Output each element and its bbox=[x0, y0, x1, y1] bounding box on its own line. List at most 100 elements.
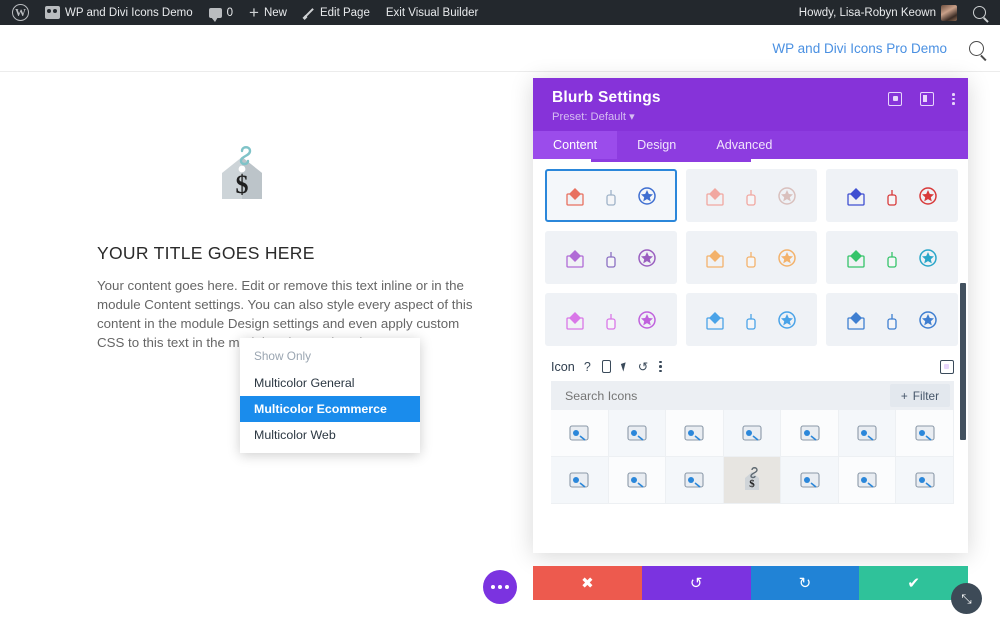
pencil-icon bbox=[303, 7, 315, 19]
edit-page-label: Edit Page bbox=[319, 6, 370, 19]
wallet-icon bbox=[706, 311, 725, 330]
dropdown-item-multicolor-general[interactable]: Multicolor General bbox=[240, 370, 420, 396]
cursor-hover-icon[interactable] bbox=[620, 361, 628, 372]
wordpress-logo-icon: W bbox=[12, 4, 29, 21]
search-icon[interactable] bbox=[969, 40, 984, 56]
hourglass-money-icon bbox=[606, 313, 616, 330]
icon-result-calculator-icon[interactable] bbox=[608, 410, 667, 457]
icon-result-globe-click-icon[interactable] bbox=[896, 410, 954, 457]
exit-visual-builder-link[interactable]: Exit Visual Builder bbox=[378, 0, 486, 25]
icon-result-delivery-drop-icon[interactable] bbox=[551, 410, 609, 457]
tab-design[interactable]: Design bbox=[617, 131, 696, 159]
admin-bar-right: Howdy, Lisa-Robyn Keown bbox=[791, 0, 1000, 25]
photo-icon bbox=[847, 187, 865, 206]
icon-family-multicolor-media[interactable] bbox=[826, 169, 958, 222]
chevron-down-icon: ▾ bbox=[629, 111, 635, 123]
icon-result-shield-check-icon[interactable] bbox=[781, 457, 839, 504]
wordpress-logo-menu[interactable]: W bbox=[4, 0, 37, 25]
invoice-edit-icon bbox=[627, 472, 647, 488]
icon-result-tag-icon[interactable] bbox=[896, 457, 954, 504]
icon-family-multicolor-general-selected[interactable] bbox=[545, 169, 677, 222]
tab-content[interactable]: Content bbox=[533, 131, 618, 159]
magnifier-icon bbox=[919, 248, 937, 267]
scroll-progress-bar bbox=[591, 159, 751, 162]
tag-icon bbox=[915, 472, 935, 488]
icon-result-question-coin-icon[interactable] bbox=[666, 410, 724, 457]
icon-family-multicolor-time[interactable] bbox=[545, 231, 677, 284]
nav-link-demo[interactable]: WP and Divi Icons Pro Demo bbox=[772, 41, 947, 56]
exit-visual-builder-label: Exit Visual Builder bbox=[385, 6, 479, 19]
alert-coin-icon bbox=[742, 425, 762, 441]
more-options-button[interactable] bbox=[483, 570, 517, 604]
heart-leaf-icon bbox=[638, 248, 656, 267]
tab-advanced[interactable]: Advanced bbox=[696, 131, 792, 159]
icon-family-multicolor-medical[interactable] bbox=[826, 231, 958, 284]
icon-family-multicolor-business[interactable] bbox=[685, 293, 818, 346]
filter-label: Filter bbox=[912, 388, 939, 403]
column-layout-icon[interactable] bbox=[920, 92, 935, 106]
modal-tabs: Content Design Advanced bbox=[533, 131, 968, 159]
gift-icon bbox=[778, 186, 797, 205]
checklist-icon bbox=[746, 313, 757, 330]
icon-result-euro-coins-icon[interactable] bbox=[781, 410, 839, 457]
icon-result-cart-icon[interactable] bbox=[838, 457, 897, 504]
filter-button[interactable]: + Filter bbox=[889, 384, 950, 407]
blurb-module[interactable]: $ YOUR TITLE GOES HERE Your content goes… bbox=[97, 143, 487, 353]
modal-scrollbar[interactable] bbox=[960, 283, 966, 440]
focus-target-icon[interactable] bbox=[888, 92, 903, 106]
icon-result-alert-coin-icon[interactable] bbox=[723, 410, 782, 457]
blurb-settings-modal: Blurb Settings Preset: Default ▾ Content… bbox=[533, 78, 968, 553]
dropdown-item-multicolor-web[interactable]: Multicolor Web bbox=[240, 422, 420, 448]
phone-responsive-icon[interactable] bbox=[601, 360, 611, 373]
envelope-heart-icon bbox=[566, 187, 584, 206]
more-vertical-icon[interactable] bbox=[952, 92, 955, 106]
icon-family-multicolor-creative[interactable] bbox=[545, 293, 677, 346]
icon-result-package-open-icon[interactable] bbox=[666, 457, 724, 504]
globe-document-icon bbox=[778, 310, 797, 329]
icon-result-user-piggybank-icon[interactable] bbox=[551, 457, 609, 504]
account-menu[interactable]: Howdy, Lisa-Robyn Keown bbox=[791, 0, 965, 25]
site-name-menu[interactable]: WP and Divi Icons Demo bbox=[37, 0, 201, 25]
globe-click-icon bbox=[915, 425, 935, 441]
icon-family-grid bbox=[545, 169, 958, 346]
icon-family-multicolor-baby[interactable] bbox=[685, 231, 818, 284]
more-vertical-icon[interactable] bbox=[659, 360, 662, 373]
delivery-drop-icon bbox=[569, 425, 589, 441]
blurb-icon-wrapper: $ bbox=[97, 143, 487, 207]
calendar-icon bbox=[847, 311, 865, 330]
visual-builder-page: W WP and Divi Icons Demo 0 + New Edit Pa… bbox=[0, 0, 1000, 625]
medal-icon bbox=[746, 189, 757, 206]
ring-icon bbox=[706, 187, 725, 206]
aperture-icon bbox=[887, 189, 897, 206]
dropdown-item-multicolor-ecommerce[interactable]: Multicolor Ecommerce bbox=[240, 396, 420, 422]
icon-result-price-tag-dollar-icon[interactable]: $ bbox=[723, 457, 782, 504]
new-content-menu[interactable]: + New bbox=[241, 0, 295, 25]
search-icon bbox=[973, 6, 986, 19]
user-piggybank-icon bbox=[569, 472, 589, 488]
undo-button[interactable]: ↺ bbox=[641, 566, 751, 600]
howdy-label: Howdy, Lisa-Robyn Keown bbox=[798, 6, 936, 19]
page-title: YOUR TITLE GOES HERE bbox=[97, 243, 315, 263]
icon-result-invoice-edit-icon[interactable] bbox=[608, 457, 667, 504]
bank-icon bbox=[919, 310, 937, 329]
baby-bottle-icon bbox=[778, 248, 797, 267]
reset-undo-icon[interactable]: ↺ bbox=[638, 359, 648, 374]
svg-text:$: $ bbox=[749, 478, 755, 490]
resize-handle-icon[interactable]: ⤡ bbox=[951, 583, 982, 614]
discard-button[interactable]: ✖ bbox=[533, 566, 642, 600]
redo-button[interactable]: ↻ bbox=[750, 566, 860, 600]
edit-page-link[interactable]: Edit Page bbox=[295, 0, 378, 25]
icon-family-multicolor-wedding[interactable] bbox=[685, 169, 818, 222]
comments-count: 0 bbox=[226, 6, 234, 19]
comments-menu[interactable]: 0 bbox=[201, 0, 241, 25]
focus-target-icon[interactable] bbox=[940, 359, 954, 374]
search-input[interactable] bbox=[565, 388, 825, 403]
question-coin-icon bbox=[684, 425, 704, 441]
admin-search-button[interactable] bbox=[965, 0, 994, 25]
piggy-bank-icon bbox=[887, 313, 897, 330]
site-header: WP and Divi Icons Pro Demo bbox=[0, 25, 1000, 72]
icon-result-coin-search-icon[interactable] bbox=[838, 410, 897, 457]
preset-selector[interactable]: Preset: Default ▾ bbox=[552, 110, 953, 123]
icon-family-multicolor-office[interactable] bbox=[826, 293, 958, 346]
help-question-icon[interactable]: ? bbox=[584, 360, 591, 374]
